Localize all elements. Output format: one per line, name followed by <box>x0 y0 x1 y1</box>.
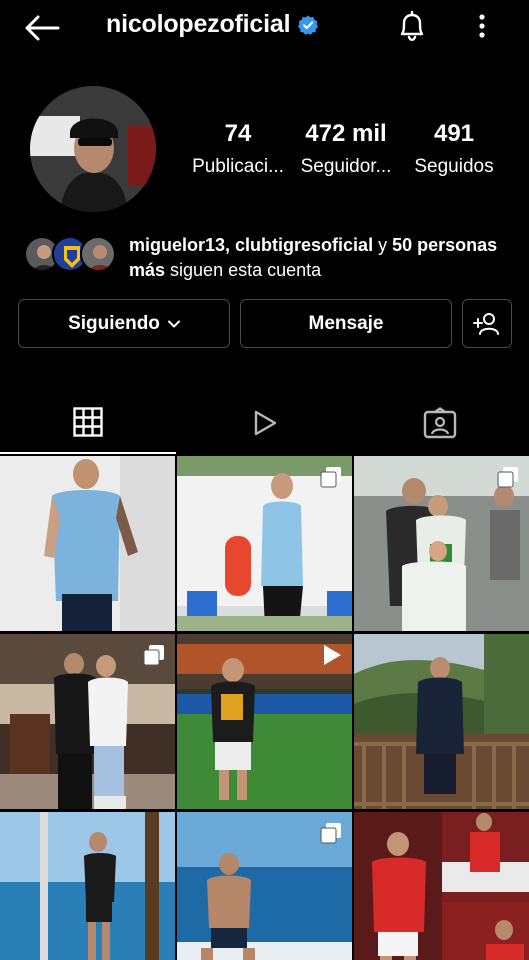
posts-count: 74 <box>224 120 252 147</box>
following-count: 491 <box>433 120 475 147</box>
followers-label: Seguidor... <box>300 156 392 177</box>
mutual-followers-text[interactable]: miguelor13, clubtigresoficial y 50 perso… <box>129 233 509 283</box>
top-bar: nicolopezoficial <box>0 0 529 56</box>
username-text: nicolopezoficial <box>106 10 291 38</box>
mutual-suffix: siguen esta cuenta <box>165 260 322 280</box>
message-label: Mensaje <box>308 312 384 334</box>
mutual-avatar <box>80 236 116 272</box>
post-thumbnail[interactable] <box>354 456 529 631</box>
tab-tagged[interactable] <box>352 392 528 454</box>
mutual-followers-avatars[interactable] <box>24 236 120 274</box>
posts-label: Publicaci... <box>192 156 284 177</box>
add-person-icon <box>473 312 499 335</box>
carousel-icon <box>497 467 518 488</box>
post-photo <box>354 634 529 809</box>
post-thumbnail[interactable] <box>177 634 352 809</box>
tab-reels[interactable] <box>176 392 352 454</box>
post-photo <box>354 812 529 960</box>
tab-posts-grid[interactable] <box>0 392 176 454</box>
post-thumbnail[interactable] <box>354 634 529 809</box>
profile-tabs <box>0 392 529 454</box>
more-options-icon[interactable] <box>470 12 494 42</box>
carousel-icon <box>320 467 341 488</box>
post-thumbnail[interactable] <box>177 812 352 960</box>
stat-posts[interactable]: 74 Publicaci... <box>186 120 290 178</box>
carousel-icon <box>143 645 164 666</box>
profile-avatar[interactable] <box>30 86 156 212</box>
following-label: Seguidos <box>414 156 494 177</box>
tagged-icon <box>423 407 457 439</box>
verified-badge-icon <box>298 15 319 35</box>
post-thumbnail[interactable] <box>354 812 529 960</box>
profile-username: nicolopezoficial <box>106 10 319 39</box>
mutual-connector: y <box>373 235 393 255</box>
following-label: Siguiendo <box>68 312 160 334</box>
mutual-names: miguelor13, clubtigresoficial <box>129 235 374 255</box>
notifications-bell-icon[interactable] <box>394 8 430 44</box>
message-button[interactable]: Mensaje <box>240 299 452 348</box>
post-photo <box>0 812 175 960</box>
back-arrow-icon[interactable] <box>22 12 62 44</box>
suggest-people-button[interactable] <box>462 299 512 348</box>
post-thumbnail[interactable] <box>177 456 352 631</box>
post-thumbnail[interactable] <box>0 812 175 960</box>
carousel-icon <box>320 823 341 844</box>
grid-icon <box>73 407 103 437</box>
post-thumbnail[interactable] <box>0 456 175 631</box>
stat-following[interactable]: 491 Seguidos <box>406 120 502 178</box>
posts-grid <box>0 456 529 960</box>
followers-count: 472 mil <box>305 120 387 147</box>
post-thumbnail[interactable] <box>0 634 175 809</box>
play-icon <box>324 645 341 665</box>
avatar-photo <box>30 86 156 212</box>
post-photo <box>0 456 175 631</box>
reels-icon <box>254 410 277 436</box>
stat-followers[interactable]: 472 mil Seguidor... <box>296 120 396 178</box>
chevron-down-icon <box>167 320 180 327</box>
following-button[interactable]: Siguiendo <box>18 299 230 348</box>
